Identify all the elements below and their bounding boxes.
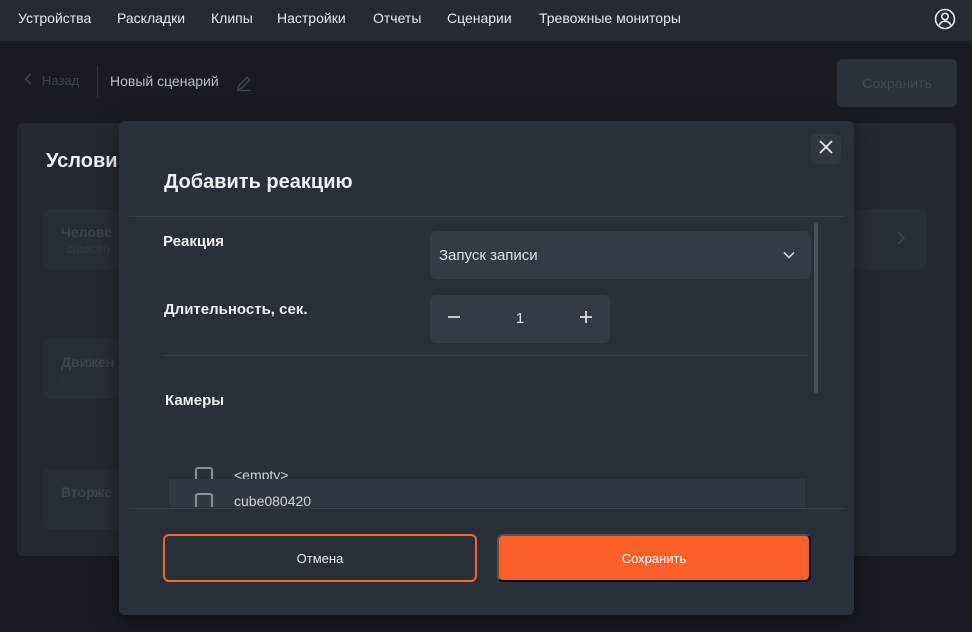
- dialog-title: Добавить реакцию: [164, 171, 353, 193]
- pencil-icon[interactable]: [235, 74, 253, 92]
- close-button[interactable]: [811, 134, 841, 164]
- duration-value[interactable]: 1: [490, 310, 550, 327]
- condition-card-title: Челове: [61, 224, 113, 240]
- condition-card-title: Вторже: [61, 484, 113, 500]
- duration-stepper: 1: [430, 295, 610, 343]
- camera-name: cube080420: [234, 493, 312, 507]
- close-icon: [818, 139, 834, 160]
- condition-card-title: Движен: [61, 354, 115, 370]
- condition-card[interactable]: Движен :: [43, 339, 123, 399]
- condition-card-subtitle: :: [61, 374, 65, 386]
- page-save-button[interactable]: Сохранить: [837, 59, 957, 107]
- nav-item-reports[interactable]: Отчеты: [373, 10, 421, 26]
- header-divider: [97, 66, 98, 98]
- plus-icon: [579, 310, 593, 329]
- nav-item-clips[interactable]: Клипы: [211, 10, 253, 26]
- nav-item-alarm-monitors[interactable]: Тревожные мониторы: [539, 10, 681, 26]
- save-button[interactable]: Сохранить: [497, 534, 811, 582]
- nav-item-layouts[interactable]: Раскладки: [117, 10, 185, 26]
- divider: [129, 508, 845, 509]
- condition-card[interactable]: Челове : cube080: [43, 209, 123, 269]
- conditions-heading: Услови: [46, 150, 118, 172]
- chevron-down-icon: [782, 248, 796, 262]
- increment-button[interactable]: [562, 295, 610, 343]
- next-card[interactable]: [852, 209, 927, 269]
- back-label: Назад: [42, 73, 80, 88]
- nav-item-settings[interactable]: Настройки: [277, 10, 346, 26]
- condition-card-subtitle: :: [61, 504, 65, 516]
- nav-item-devices[interactable]: Устройства: [18, 10, 91, 26]
- chevron-left-icon: [24, 73, 32, 88]
- divider: [164, 355, 808, 356]
- camera-list-item[interactable]: cube080420: [169, 479, 805, 507]
- dialog-body[interactable]: Реакция Запуск записи Длительность, сек.…: [129, 217, 845, 507]
- camera-checkbox[interactable]: [195, 493, 213, 507]
- reaction-select-value: Запуск записи: [439, 247, 538, 264]
- cancel-button[interactable]: Отмена: [163, 534, 477, 582]
- chevron-right-icon[interactable]: [894, 229, 908, 247]
- condition-card-subtitle: : cube080: [61, 244, 110, 256]
- nav-item-scenarios[interactable]: Сценарии: [447, 10, 512, 26]
- user-profile-icon[interactable]: [934, 8, 956, 30]
- minus-icon: [447, 310, 461, 329]
- reaction-label: Реакция: [163, 233, 225, 250]
- back-link[interactable]: Назад: [24, 73, 79, 88]
- scrollbar[interactable]: [814, 223, 818, 393]
- top-nav: Устройства Раскладки Клипы Настройки Отч…: [0, 0, 972, 41]
- decrement-button[interactable]: [430, 295, 478, 343]
- add-reaction-dialog: Добавить реакцию Реакция Запуск записи Д…: [119, 121, 854, 615]
- condition-card[interactable]: Вторже :: [43, 469, 123, 529]
- duration-label: Длительность, сек.: [164, 301, 308, 318]
- scenario-title: Новый сценарий: [110, 73, 219, 89]
- cameras-label: Камеры: [165, 392, 225, 409]
- reaction-select[interactable]: Запуск записи: [430, 231, 811, 279]
